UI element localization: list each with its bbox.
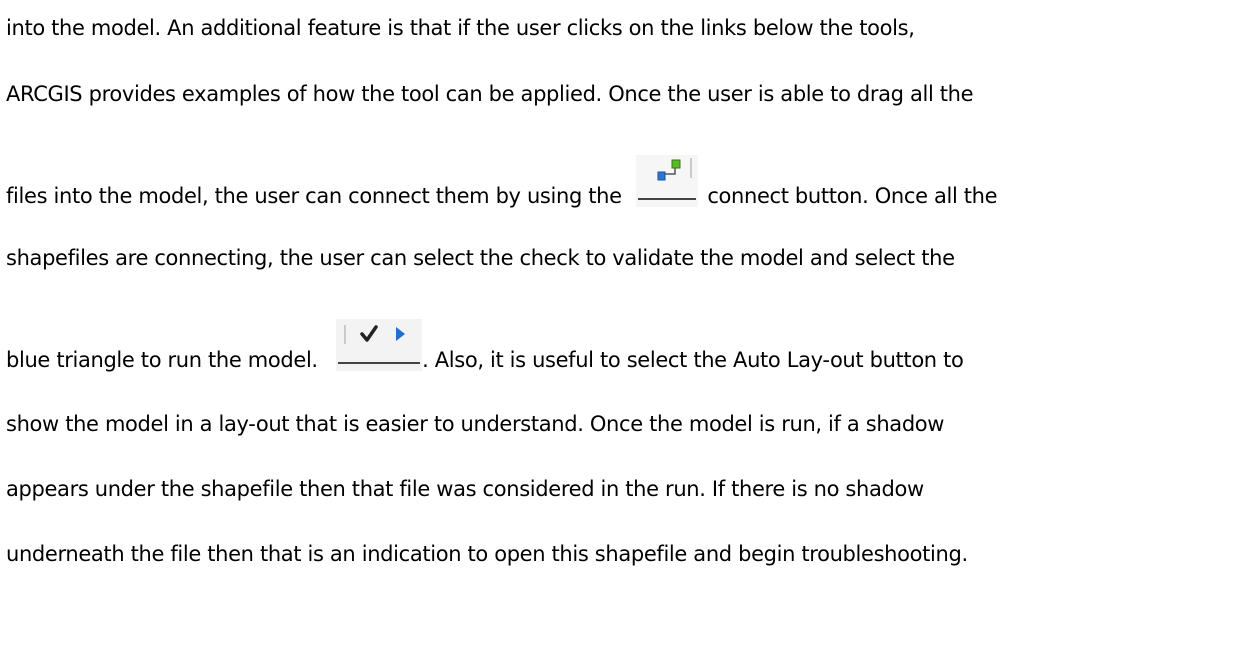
text-line-3: files into the model, the user can conne…	[6, 155, 998, 209]
text-line-1: into the model. An additional feature is…	[6, 16, 915, 40]
validate-run-toolbar-image	[336, 319, 423, 371]
text-line-5-start: blue triangle to run the model.	[6, 348, 318, 372]
text-line-7: appears under the shapefile then that fi…	[6, 477, 924, 501]
text-line-5-end: . Also, it is useful to select the Auto …	[422, 348, 964, 372]
connect-tool-icon	[636, 155, 699, 207]
text-line-3-end: connect button. Once all the	[707, 184, 998, 208]
text-line-5: blue triangle to run the model. . Also, …	[6, 319, 964, 373]
text-line-2: ARCGIS provides examples of how the tool…	[6, 82, 974, 106]
text-line-8: underneath the file then that is an indi…	[6, 542, 968, 566]
text-line-3-start: files into the model, the user can conne…	[6, 184, 622, 208]
text-line-6: show the model in a lay-out that is easi…	[6, 412, 945, 436]
text-line-4: shapefiles are connecting, the user can …	[6, 246, 955, 270]
